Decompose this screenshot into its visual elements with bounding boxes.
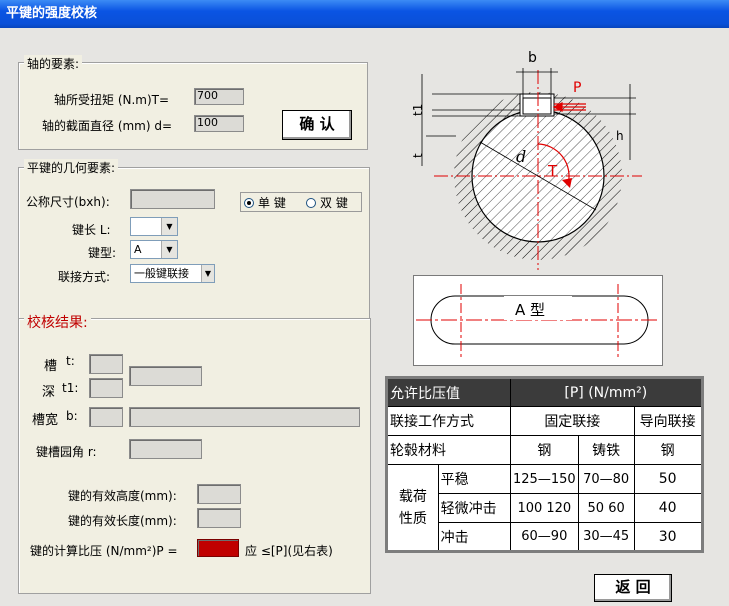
radio-double-dot [306,198,316,208]
row-mode-label: 联接工作方式 [386,406,511,436]
table-cell-sliding: 50 [633,464,703,494]
table-cell-iron: 30—45 [577,522,635,552]
depth-label: 深 [42,385,56,400]
return-button[interactable]: 返 回 [594,574,672,602]
label-P: P [573,80,581,96]
label-d: d [516,147,526,166]
groove-t1-label: t1: [62,381,79,395]
label-h: h [616,129,624,143]
groove-b-wide-output [129,407,360,427]
groove-b-label: b: [66,409,78,423]
window-title: 平键的强度校核 [6,6,98,21]
groove-t-output [89,354,123,374]
key-type-label: 键型: [88,246,117,260]
eff-length-label: 键的有效长度(mm): [68,514,177,528]
groove-width-label: 槽宽 [32,413,59,428]
allowable-pressure-table: 允许比压值 [P] (N/mm²) 联接工作方式 固定联接 导向联接 轮毂材料 … [385,376,704,553]
connection-value: 一般键联接 [134,267,189,280]
table-row-name: 平稳 [437,464,512,494]
radio-single-key[interactable]: 单 键 [244,194,286,211]
row-material-iron: 铸铁 [577,435,635,465]
key-geometry-label: 平键的几何要素: [24,159,119,176]
fillet-label: 键槽园角 r: [36,445,97,459]
load-label-1: 载荷 [398,488,427,505]
fillet-output [129,439,202,459]
confirm-button[interactable]: 确 认 [282,110,352,140]
label-T: T [547,162,558,180]
radio-single-label: 单 键 [258,196,286,210]
diameter-label: 轴的截面直径 (mm) d= [42,119,173,133]
key-type-figure: A 型 [413,275,663,366]
eff-height-label: 键的有效高度(mm): [68,489,177,503]
key-type-text: A 型 [515,301,545,319]
window-titlebar: 平键的强度校核 [0,0,729,28]
chevron-down-icon[interactable]: ▼ [161,218,177,235]
calc-pressure-output [197,539,239,557]
chevron-down-icon[interactable]: ▼ [201,265,214,282]
connection-label: 联接方式: [58,270,111,284]
key-length-label: 键长 L: [72,223,111,237]
key [522,97,552,115]
table-header-right: [P] (N/mm²) [510,377,703,407]
table-header-left: 允许比压值 [386,377,511,407]
key-type-select[interactable]: A ▼ [130,240,178,259]
result-group-label: 校核结果: [24,312,91,332]
table-cell-iron: 50 60 [577,493,635,523]
groove-b-output [89,407,123,427]
torque-input[interactable]: 700 [194,88,244,105]
load-label-2: 性质 [398,510,427,527]
window-client: 轴的要素: 轴所受扭矩 (N.m)T= 700 轴的截面直径 (mm) d= 1… [0,28,729,606]
table-cell-steel: 125—150 [510,464,579,494]
table-cell-iron: 70—80 [577,464,635,494]
label-t1: t1 [411,104,425,116]
groove-depth-output [129,366,202,386]
nominal-size-label: 公称尺寸(bxh): [26,195,110,209]
table-row-name: 轻微冲击 [437,493,512,523]
groove-label: 槽 [44,359,58,374]
connection-select[interactable]: 一般键联接 ▼ [130,264,215,283]
row-material-label: 轮毂材料 [386,435,511,465]
shaft-group-label: 轴的要素: [24,55,83,72]
torque-label: 轴所受扭矩 (N.m)T= [54,93,170,107]
chevron-down-icon[interactable]: ▼ [161,241,177,258]
eff-length-output [197,508,241,528]
label-t: t [411,153,425,158]
pressure-arrows [552,102,586,112]
row-mode-sliding: 导向联接 [633,406,703,436]
table-cell-steel: 60—90 [510,522,579,552]
radio-double-label: 双 键 [320,196,348,210]
radio-double-key[interactable]: 双 键 [306,194,348,211]
key-type-value: A [134,243,142,256]
row-material-steel2: 钢 [633,435,703,465]
table-row-name: 冲击 [437,522,512,552]
nominal-size-input[interactable] [130,189,215,209]
table-cell-steel: 100 120 [510,493,579,523]
calc-pressure-label: 键的计算比压 (N/mm²)P = [30,544,178,558]
row-mode-fixed: 固定联接 [510,406,635,436]
groove-t1-output [89,378,123,398]
groove-t-label: t: [66,354,75,368]
table-cell-sliding: 40 [633,493,703,523]
row-material-steel: 钢 [510,435,579,465]
eff-height-output [197,484,241,504]
key-outline: A 型 [416,284,660,358]
shaft-key-cross-section: b t1 t h P T d [411,50,642,270]
radio-single-dot [244,198,254,208]
key-length-select[interactable]: ▼ [130,217,178,236]
label-b: b [528,50,537,66]
should-label: 应 ≤[P](见右表) [245,544,333,558]
table-cell-sliding: 30 [633,522,703,552]
diameter-input[interactable]: 100 [194,115,244,132]
load-type-label: 载荷 性质 [386,464,439,552]
